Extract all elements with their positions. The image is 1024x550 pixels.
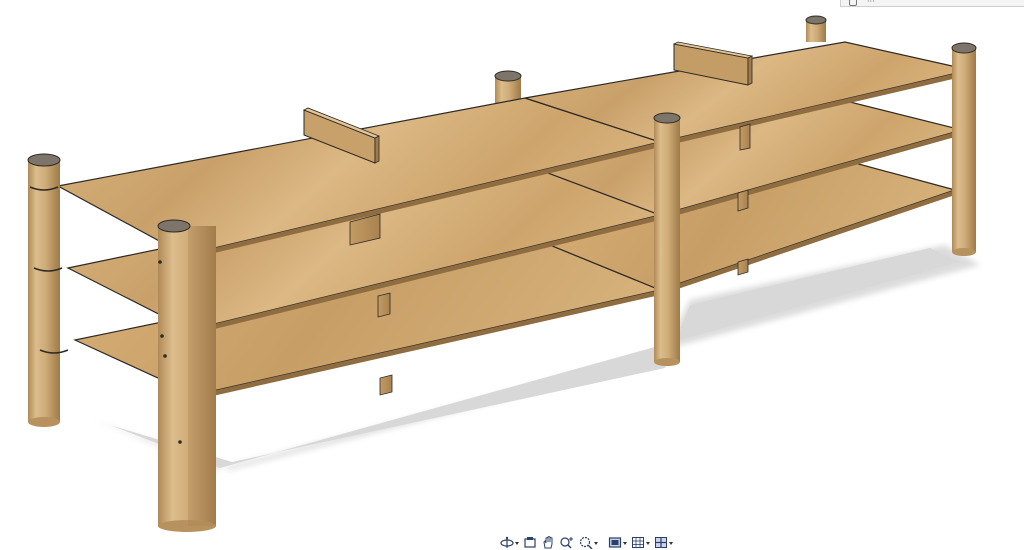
orbit-tool-button[interactable]: [498, 535, 521, 550]
divider-bottom-left: [379, 374, 393, 396]
post-back-right: [805, 15, 827, 42]
orbit-icon: [500, 536, 514, 548]
post-left-rear: [27, 153, 69, 427]
look-at-icon: [524, 537, 536, 548]
zoom-plus-icon: [560, 537, 573, 549]
pan-button[interactable]: [539, 535, 557, 550]
3d-viewport[interactable]: ···: [0, 0, 1024, 550]
look-at-button[interactable]: [521, 535, 539, 550]
post-right-end: [951, 42, 977, 256]
viewports-button[interactable]: [652, 535, 675, 550]
zoom-window-button[interactable]: [577, 535, 600, 550]
navigation-toolbar: [498, 535, 738, 550]
divider-middle-right: [737, 189, 749, 212]
chevron-down-icon: [594, 542, 598, 545]
display-mode-icon: [608, 537, 622, 548]
chevron-down-icon: [623, 542, 627, 545]
divider-middle-left: [377, 292, 391, 318]
grid-icon: [632, 537, 644, 548]
grid-button[interactable]: [629, 535, 652, 550]
divider-top-under-right: [739, 123, 751, 151]
hand-pan-icon: [543, 536, 553, 549]
zoom-button[interactable]: [557, 535, 577, 550]
divider-bottom-right: [737, 258, 749, 276]
chevron-down-icon: [669, 542, 673, 545]
viewports-icon: [655, 537, 667, 548]
post-front-left: [157, 219, 216, 532]
shelf-model[interactable]: [0, 0, 1024, 535]
post-middle-front: [653, 112, 681, 366]
zoom-window-icon: [579, 536, 593, 549]
display-mode-button[interactable]: [606, 535, 629, 550]
chevron-down-icon: [515, 542, 519, 545]
chevron-down-icon: [646, 542, 650, 545]
